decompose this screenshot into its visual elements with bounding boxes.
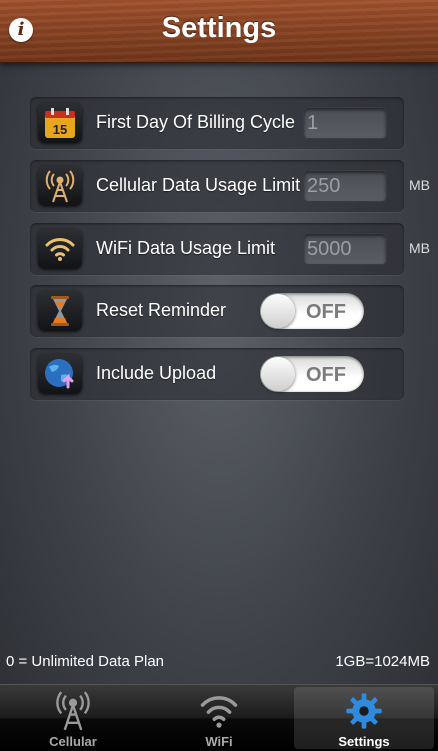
calendar-icon: 15 (38, 103, 82, 143)
billing-cycle-input[interactable] (303, 107, 387, 139)
globe-upload-icon (38, 354, 82, 394)
tab-wifi-label: WiFi (205, 734, 233, 749)
wifi-limit-label: WiFi Data Usage Limit (96, 238, 276, 258)
header-bar: i Settings (0, 0, 438, 63)
reset-reminder-label: Reset Reminder (96, 300, 227, 320)
toggle-knob (261, 294, 295, 328)
row-include-upload: Include Upload OFF (30, 348, 404, 400)
tab-bar: Cellular WiFi Settings (0, 684, 438, 751)
wifi-icon (38, 229, 82, 269)
wifi-limit-input[interactable] (303, 233, 387, 265)
toggle-state-text: OFF (306, 301, 346, 323)
tab-settings[interactable]: Settings (294, 687, 434, 749)
cell-tower-icon (56, 691, 90, 731)
gear-icon (346, 693, 382, 729)
cell-tower-icon (38, 166, 82, 206)
toggle-state-text: OFF (306, 364, 346, 386)
wifi-limit-unit: MB (409, 240, 430, 256)
cellular-limit-label: Cellular Data Usage Limit (96, 175, 301, 195)
row-reset-reminder: Reset Reminder OFF (30, 285, 404, 337)
row-cellular-limit: Cellular Data Usage Limit MB (30, 160, 430, 212)
unlimited-plan-note: 0 = Unlimited Data Plan (6, 653, 164, 670)
reset-reminder-toggle[interactable]: OFF (260, 293, 364, 329)
tab-wifi[interactable]: WiFi (146, 687, 292, 749)
tab-settings-label: Settings (338, 734, 390, 749)
tab-cellular[interactable]: Cellular (0, 687, 146, 749)
row-billing-cycle: 15 First Day Of Billing Cycle (30, 97, 404, 149)
hourglass-icon (38, 291, 82, 331)
unit-conversion-note: 1GB=1024MB (335, 653, 430, 670)
toggle-knob (261, 357, 295, 391)
row-wifi-limit: WiFi Data Usage Limit MB (30, 223, 430, 275)
include-upload-toggle[interactable]: OFF (260, 356, 364, 392)
cellular-limit-unit: MB (409, 177, 430, 193)
tab-cellular-label: Cellular (49, 734, 97, 749)
cellular-limit-input[interactable] (303, 170, 387, 202)
wifi-icon (200, 696, 238, 728)
billing-cycle-label: First Day Of Billing Cycle (96, 112, 296, 132)
include-upload-label: Include Upload (96, 363, 217, 383)
calendar-day-text: 15 (53, 122, 67, 137)
page-title: Settings (161, 12, 277, 44)
